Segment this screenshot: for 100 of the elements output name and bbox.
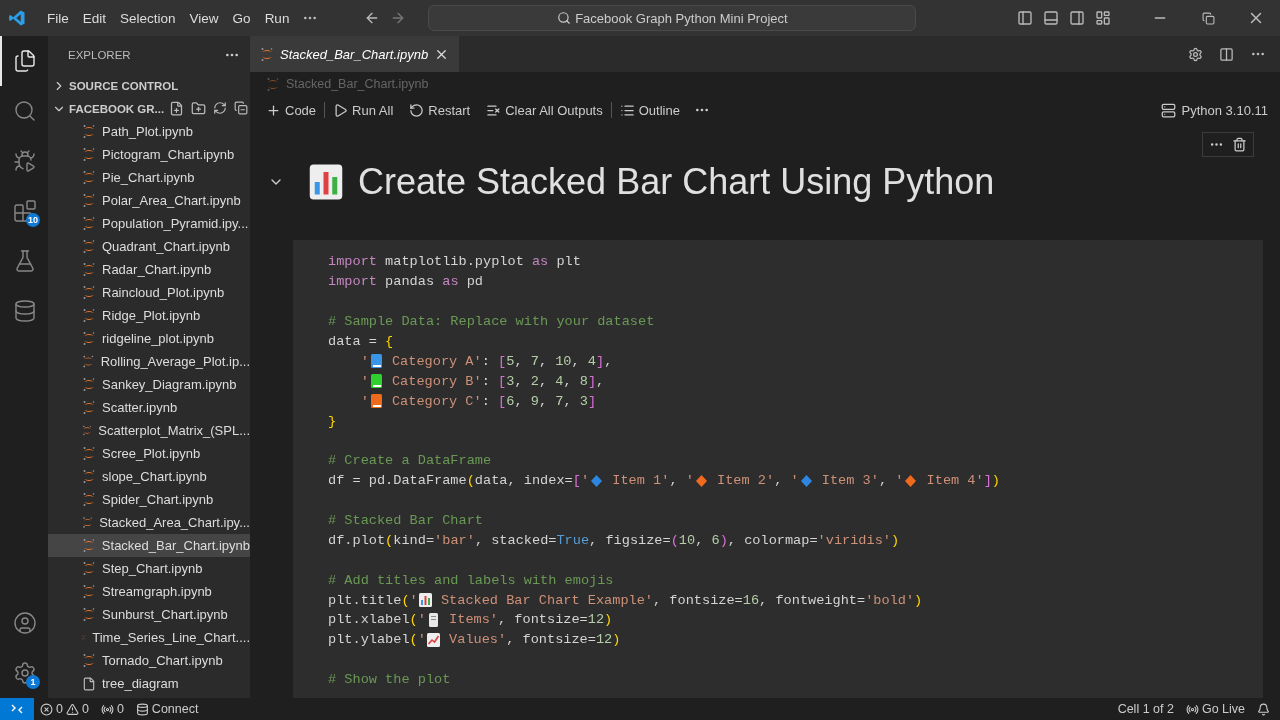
explorer-item[interactable]: Quadrant_Chart.ipynb <box>48 235 250 258</box>
explorer-item[interactable]: Time_Series_Line_Chart.... <box>48 626 250 649</box>
panel-right-icon[interactable] <box>1069 10 1085 26</box>
layout-icon[interactable] <box>1095 10 1111 26</box>
explorer-item[interactable]: Scatter.ipynb <box>48 396 250 419</box>
notebook-icon <box>82 262 96 277</box>
editor-tab[interactable]: Stacked_Bar_Chart.ipynb <box>250 36 460 72</box>
split-editor-icon[interactable] <box>1219 46 1234 62</box>
explorer-item[interactable]: Spider_Chart.ipynb <box>48 488 250 511</box>
notebook-icon <box>260 46 274 62</box>
code-text: # Create a DataFrame <box>328 453 492 469</box>
explorer-item[interactable]: Raincloud_Plot.ipynb <box>48 281 250 304</box>
explorer-item[interactable]: Radar_Chart.ipynb <box>48 258 250 281</box>
explorer-item[interactable]: Scree_Plot.ipynb <box>48 442 250 465</box>
notebook-icon <box>82 354 95 369</box>
restore-icon[interactable] <box>1202 11 1215 25</box>
connect-status[interactable]: Connect <box>129 702 205 716</box>
code-text: Category B': [3, 2, 4, 8], <box>390 373 605 389</box>
toolbar-button[interactable]: Run All <box>325 102 402 118</box>
sidebar-section[interactable]: SOURCE CONTROL <box>48 74 250 97</box>
list-icon <box>619 102 635 118</box>
menu-item[interactable]: Edit <box>75 10 114 26</box>
notifications-icon[interactable] <box>1257 702 1270 716</box>
code-text: data = { <box>328 334 394 349</box>
code-text: # Add titles and labels with emojis <box>328 572 614 588</box>
explorer-item[interactable]: Scatterplot_Matrix_(SPL... <box>48 419 250 442</box>
collapse-icon[interactable] <box>234 101 249 115</box>
code-text: } <box>328 413 337 429</box>
settings-icon[interactable] <box>1188 46 1203 62</box>
activity-item[interactable]: 1 <box>0 648 48 698</box>
menu-item[interactable]: View <box>182 10 226 26</box>
explorer-item[interactable]: Stacked_Bar_Chart.ipynb <box>48 534 250 557</box>
code-text: Values', fontsize=12) <box>448 632 621 648</box>
notebook-icon <box>82 423 93 438</box>
cell-status[interactable]: Cell 1 of 2 <box>1111 702 1180 716</box>
menu-item[interactable]: File <box>40 10 76 26</box>
account-icon <box>13 611 37 635</box>
code-text: plt.ylabel(' <box>328 632 426 648</box>
count-badge: 10 <box>26 213 40 227</box>
error-icon <box>40 702 53 716</box>
explorer-item[interactable]: Ridge_Plot.ipynb <box>48 304 250 327</box>
code-text: import pandas as pd <box>328 274 484 290</box>
warning-icon <box>65 702 79 716</box>
broadcast-icon <box>1185 702 1199 716</box>
explorer-item[interactable]: slope_Chart.ipynb <box>48 465 250 488</box>
search-text: Facebook Graph Python Mini Project <box>575 10 788 26</box>
activity-item[interactable]: 10 <box>0 186 48 236</box>
explorer-item[interactable]: Population_Pyramid.ipy... <box>48 212 250 235</box>
explorer-item[interactable]: Sunburst_Chart.ipynb <box>48 603 250 626</box>
toolbar-button[interactable]: Outline <box>611 102 688 118</box>
notebook-icon <box>82 331 96 346</box>
code-text: Item 3', ' <box>820 473 904 489</box>
problems-status[interactable]: 0 0 <box>34 702 95 716</box>
clear-list-icon <box>486 102 502 118</box>
explorer-item[interactable]: Polar_Area_Chart.ipynb <box>48 189 250 212</box>
menu-item[interactable]: Go <box>225 10 258 26</box>
code-text: ' <box>359 353 369 369</box>
sidebar-section[interactable]: FACEBOOK GR... <box>48 97 250 120</box>
new-file-icon[interactable] <box>169 101 185 116</box>
bug-play-icon <box>13 149 37 173</box>
search-field[interactable]: Facebook Graph Python Mini Project <box>428 5 917 31</box>
kernel-picker[interactable]: Python 3.10.11 <box>1160 102 1268 118</box>
code-text: Item 2', ' <box>716 473 799 489</box>
remote-icon <box>10 702 24 716</box>
toolbar-button[interactable]: Clear All Outputs <box>478 102 611 118</box>
panel-bottom-icon[interactable] <box>1043 10 1059 26</box>
notebook-heading: Create Stacked Bar Chart Using Python <box>358 161 995 203</box>
explorer-item[interactable]: Pictogram_Chart.ipynb <box>48 143 250 166</box>
notebook-icon <box>82 607 96 622</box>
explorer-item[interactable]: ridgeline_plot.ipynb <box>48 327 250 350</box>
menu-item[interactable]: Selection <box>113 10 183 26</box>
restart-icon <box>409 102 425 118</box>
code-cell[interactable] <box>293 240 1263 698</box>
explorer-item[interactable]: Stacked_Area_Chart.ipy... <box>48 511 250 534</box>
explorer-item[interactable]: Pie_Chart.ipynb <box>48 166 250 189</box>
explorer-item[interactable]: Path_Plot.ipynb <box>48 120 250 143</box>
code-text: # Stacked Bar Chart <box>328 513 483 528</box>
delete-icon[interactable] <box>1232 137 1247 152</box>
new-folder-icon[interactable] <box>191 101 207 116</box>
explorer-item[interactable]: Tornado_Chart.ipynb <box>48 649 250 672</box>
explorer-item[interactable]: Sankey_Diagram.ipynb <box>48 373 250 396</box>
files-icon <box>13 49 37 73</box>
explorer-item[interactable]: Step_Chart.ipynb <box>48 557 250 580</box>
notebook-icon <box>82 193 96 208</box>
toolbar-button[interactable]: Code <box>258 102 325 118</box>
notebook-icon <box>82 515 94 530</box>
blocks-icon <box>13 199 37 223</box>
explorer-item[interactable]: Streamgraph.ipynb <box>48 580 250 603</box>
explorer-item[interactable]: Rolling_Average_Plot.ip... <box>48 350 250 373</box>
file-icon <box>82 676 96 691</box>
explorer-item[interactable]: tree_diagram <box>48 672 250 695</box>
menu-item[interactable]: Run <box>257 10 297 26</box>
notebook-icon <box>82 538 96 553</box>
go-live-button[interactable]: Go Live <box>1179 702 1251 716</box>
ports-status[interactable]: 0 <box>94 702 130 716</box>
panel-left-icon[interactable] <box>1017 10 1033 26</box>
sidebar-title: EXPLORER <box>68 49 131 61</box>
notebook-icon <box>82 400 96 415</box>
toolbar-button[interactable]: Restart <box>401 102 479 118</box>
refresh-icon[interactable] <box>213 101 228 115</box>
